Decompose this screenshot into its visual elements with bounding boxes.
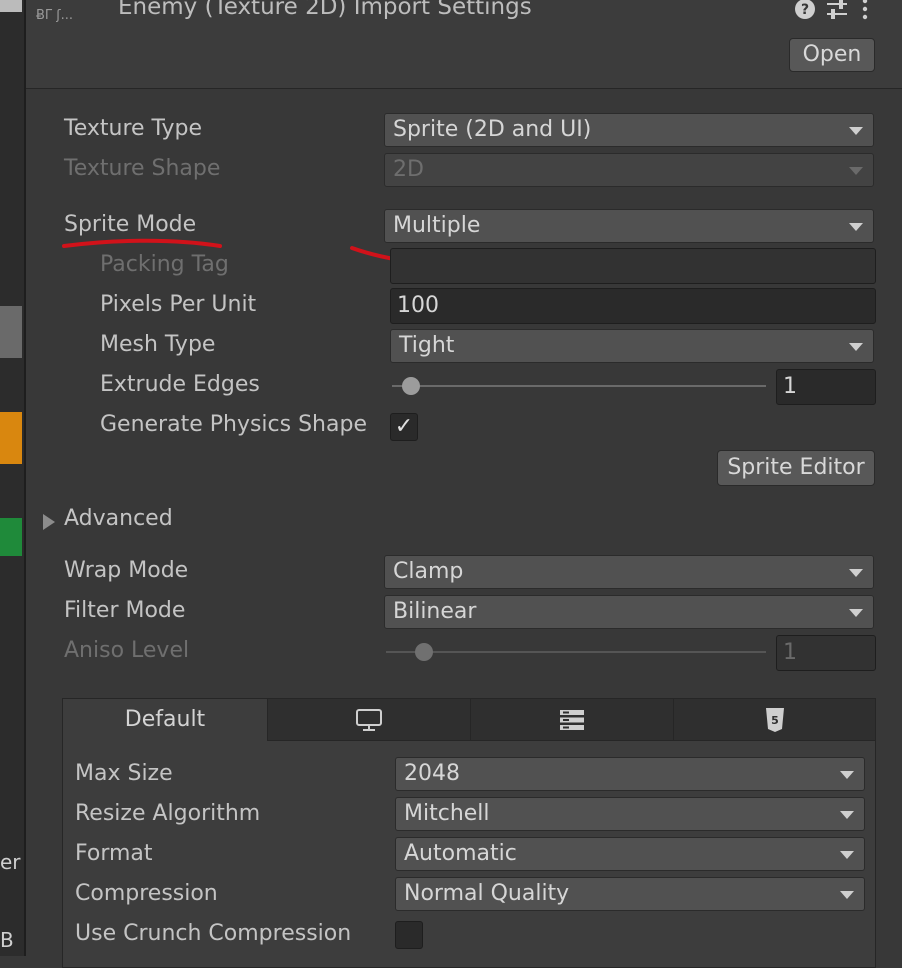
packing-tag-label: Packing Tag [100, 252, 229, 277]
pixels-per-unit-field[interactable]: 100 [390, 288, 876, 324]
neighbor-panel-strip: er B [0, 0, 26, 956]
aniso-level-label: Aniso Level [64, 638, 190, 663]
compression-dropdown[interactable]: Normal Quality [395, 877, 865, 911]
wrap-mode-label: Wrap Mode [64, 558, 189, 583]
sprite-editor-button[interactable]: Sprite Editor [717, 450, 875, 486]
tab-webgl[interactable]: 5 [673, 699, 875, 741]
texture-shape-label: Texture Shape [64, 156, 221, 181]
aniso-level-slider-handle [415, 643, 433, 661]
extrude-edges-slider-handle[interactable] [401, 377, 420, 395]
wrap-mode-dropdown[interactable]: Clamp [384, 555, 874, 589]
foldout-arrow-icon[interactable] [42, 512, 56, 537]
chevron-down-icon [840, 811, 854, 819]
max-size-label: Max Size [75, 761, 173, 786]
more-options-icon[interactable] [860, 0, 870, 26]
tab-standalone[interactable] [267, 699, 470, 741]
generate-physics-shape-label: Generate Physics Shape [100, 412, 367, 437]
extrude-edges-slider-track[interactable] [392, 385, 766, 387]
sprite-mode-value: Multiple [393, 213, 481, 238]
sprite-mode-dropdown[interactable]: Multiple [384, 209, 874, 243]
help-icon[interactable]: ? [794, 0, 816, 26]
chevron-down-icon [849, 167, 863, 175]
texture-shape-value: 2D [393, 157, 424, 182]
neighbor-text-1: er [0, 850, 21, 874]
texture-type-dropdown[interactable]: Sprite (2D and UI) [384, 113, 874, 147]
mesh-type-label: Mesh Type [100, 332, 216, 357]
resize-algorithm-label: Resize Algorithm [75, 801, 261, 826]
resize-algorithm-value: Mitchell [404, 801, 490, 826]
chevron-down-icon [849, 223, 863, 231]
aniso-level-slider-track [386, 651, 766, 653]
tab-server[interactable] [470, 699, 673, 741]
filter-mode-label: Filter Mode [64, 598, 186, 623]
svg-text:5: 5 [771, 714, 779, 727]
use-crunch-compression-checkbox[interactable] [395, 921, 423, 949]
texture-shape-dropdown: 2D [384, 153, 874, 187]
chevron-down-icon [840, 851, 854, 859]
neighbor-green-swatch [0, 518, 22, 556]
use-crunch-compression-label: Use Crunch Compression [75, 921, 352, 946]
mesh-type-dropdown[interactable]: Tight [390, 329, 874, 363]
chevron-down-icon [849, 127, 863, 135]
format-label: Format [75, 841, 153, 866]
chevron-down-icon [849, 343, 863, 351]
advanced-foldout-label[interactable]: Advanced [64, 506, 173, 531]
texture-type-label: Texture Type [64, 116, 203, 141]
max-size-dropdown[interactable]: 2048 [395, 757, 865, 791]
generate-physics-shape-checkbox[interactable]: ✓ [390, 413, 418, 441]
wrap-mode-value: Clamp [393, 559, 464, 584]
compression-value: Normal Quality [404, 881, 570, 906]
packing-tag-field [390, 248, 876, 284]
filter-mode-value: Bilinear [393, 599, 477, 624]
html5-icon: 5 [764, 707, 786, 732]
neighbor-orange-swatch [0, 412, 22, 464]
neighbor-gray-swatch [0, 306, 22, 358]
platform-settings-panel: Default 5 Max Size 2048 Resize Algorithm… [62, 698, 876, 968]
window-title: Enemy (Texture 2D) Import Settings [118, 0, 532, 20]
checkmark-icon: ✓ [394, 414, 414, 439]
texture-type-value: Sprite (2D and UI) [393, 117, 592, 142]
extrude-edges-field[interactable]: 1 [776, 369, 876, 405]
resize-algorithm-dropdown[interactable]: Mitchell [395, 797, 865, 831]
chevron-down-icon [849, 569, 863, 577]
chevron-down-icon [840, 891, 854, 899]
monitor-icon [355, 707, 383, 732]
tab-default[interactable]: Default [63, 699, 267, 741]
neighbor-text-2: B [0, 928, 14, 952]
pixels-per-unit-label: Pixels Per Unit [100, 292, 257, 317]
format-value: Automatic [404, 841, 517, 866]
aniso-level-field: 1 [776, 635, 876, 671]
neighbor-tab-swatch [0, 0, 22, 12]
chevron-down-icon [849, 609, 863, 617]
chevron-down-icon [840, 771, 854, 779]
compression-label: Compression [75, 881, 218, 906]
max-size-value: 2048 [404, 761, 460, 786]
extrude-edges-label: Extrude Edges [100, 372, 260, 397]
server-icon [559, 707, 585, 732]
asset-thumbnail: ɃΓ ʃ... [36, 8, 74, 23]
format-dropdown[interactable]: Automatic [395, 837, 865, 871]
mesh-type-value: Tight [399, 333, 455, 358]
svg-text:?: ? [801, 2, 809, 18]
open-button[interactable]: Open [789, 38, 875, 72]
filter-mode-dropdown[interactable]: Bilinear [384, 595, 874, 629]
preset-settings-icon[interactable] [825, 0, 849, 26]
